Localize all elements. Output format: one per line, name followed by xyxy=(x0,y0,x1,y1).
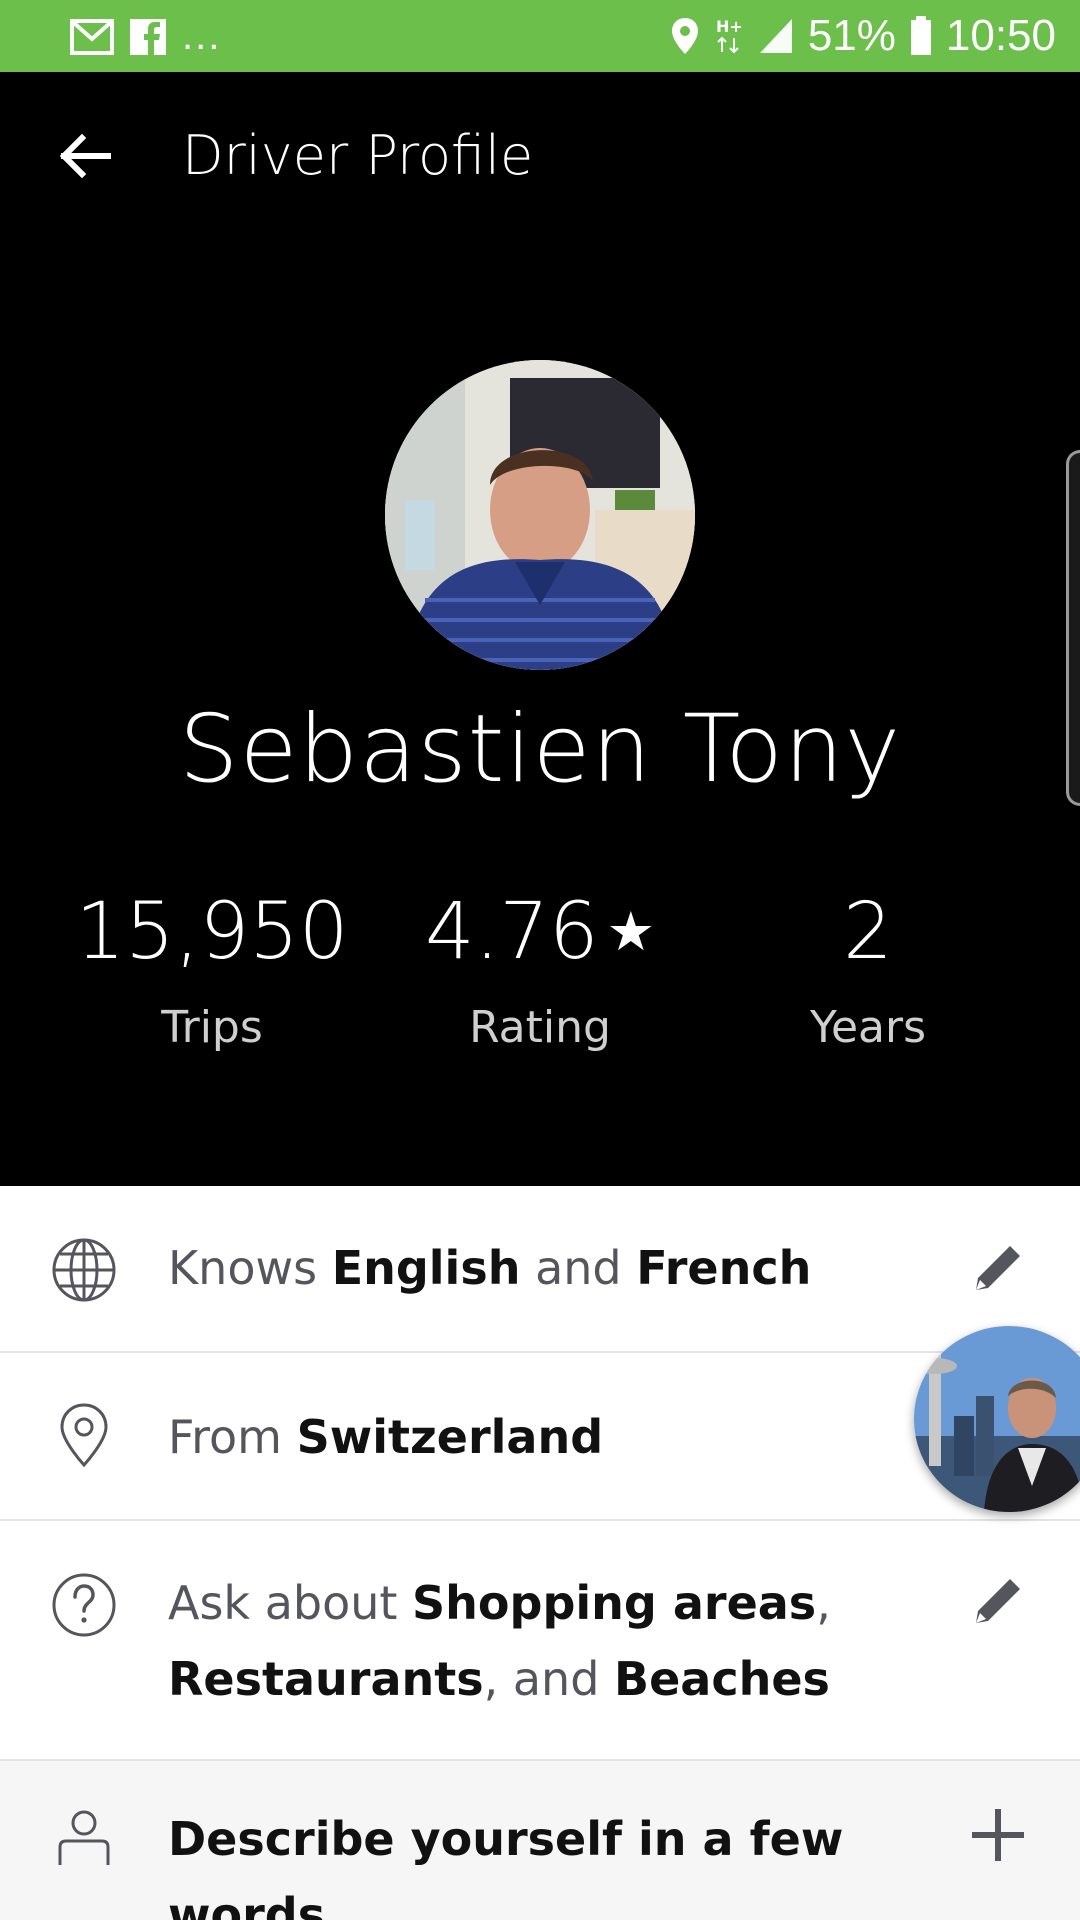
notification-overflow: ... xyxy=(182,14,222,58)
star-icon: ★ xyxy=(606,900,656,963)
language-english: English xyxy=(331,1241,521,1295)
stat-rating: 4.76 ★ Rating xyxy=(380,887,700,1053)
topic-restaurants: Restaurants xyxy=(168,1652,484,1706)
status-bar: ... H+ 51% 10:50 xyxy=(0,0,1080,72)
arrow-left-icon xyxy=(59,133,111,179)
topic-shopping: Shopping areas xyxy=(412,1576,817,1630)
hometown-place: Switzerland xyxy=(296,1410,604,1464)
page-title: Driver Profile xyxy=(182,124,534,187)
globe-icon xyxy=(52,1238,116,1302)
stat-trips-label: Trips xyxy=(161,1001,263,1053)
status-left-icons: ... xyxy=(70,14,221,59)
plus-icon xyxy=(972,1809,1024,1861)
describe-yourself-row[interactable]: Describe yourself in a few words xyxy=(0,1761,1080,1920)
ask-about-prefix: Ask about xyxy=(168,1576,413,1630)
stat-years-value: 2 xyxy=(843,887,893,977)
stat-years-label: Years xyxy=(809,1001,927,1053)
languages-prefix: Knows xyxy=(168,1241,332,1295)
stat-years: 2 Years xyxy=(708,887,1028,1053)
stat-rating-value-wrap: 4.76 ★ xyxy=(380,887,700,977)
languages-text: Knows English and French xyxy=(168,1230,930,1306)
clock: 10:50 xyxy=(945,11,1056,60)
hometown-text: From Switzerland xyxy=(168,1399,930,1475)
stat-trips-value: 15,950 xyxy=(75,887,349,977)
status-right-icons: H+ 51% 10:50 xyxy=(670,8,1056,64)
languages-joiner: and xyxy=(520,1241,637,1295)
languages-row[interactable]: Knows English and French xyxy=(0,1186,1080,1353)
driver-stats: 15,950 Trips 4.76 ★ Rating 2 Years xyxy=(0,887,1080,1070)
location-pin-icon xyxy=(60,1403,108,1468)
pencil-icon xyxy=(976,1246,1020,1290)
back-button[interactable] xyxy=(48,120,120,192)
profile-details-list: Knows English and French From Switzerlan… xyxy=(0,1186,1080,1920)
ask-about-text: Ask about Shopping areas, Restaurants, an… xyxy=(168,1565,930,1717)
edit-ask-about-button[interactable] xyxy=(968,1571,1028,1631)
stat-trips: 15,950 Trips xyxy=(52,887,372,1053)
facebook-icon xyxy=(130,18,166,55)
topic-beaches: Beaches xyxy=(614,1652,830,1706)
topic-sep-2: , and xyxy=(483,1652,615,1706)
add-description-button[interactable] xyxy=(968,1805,1028,1865)
location-icon xyxy=(671,18,698,54)
signal-icon xyxy=(759,19,792,53)
edit-languages-button[interactable] xyxy=(968,1238,1028,1298)
topic-sep-1: , xyxy=(816,1576,831,1630)
question-circle-icon xyxy=(52,1573,116,1637)
battery-percent: 51% xyxy=(807,11,896,60)
stat-rating-label: Rating xyxy=(469,1001,611,1053)
driver-avatar xyxy=(385,360,695,670)
svg-text:H+: H+ xyxy=(716,17,743,36)
driver-name: Sebastien Tony xyxy=(178,695,902,804)
ask-about-row[interactable]: Ask about Shopping areas, Restaurants, an… xyxy=(0,1521,1080,1761)
describe-yourself-text: Describe yourself in a few words xyxy=(168,1812,844,1920)
pencil-icon xyxy=(976,1579,1020,1623)
gmail-icon xyxy=(70,18,114,55)
language-french: French xyxy=(636,1241,812,1295)
network-hplus-icon: H+ xyxy=(716,17,743,54)
app-header: Driver Profile xyxy=(0,72,1080,242)
battery-icon xyxy=(910,16,931,55)
hometown-prefix: From xyxy=(168,1410,297,1464)
stat-rating-value: 4.76 xyxy=(424,887,599,977)
person-icon xyxy=(58,1810,110,1865)
